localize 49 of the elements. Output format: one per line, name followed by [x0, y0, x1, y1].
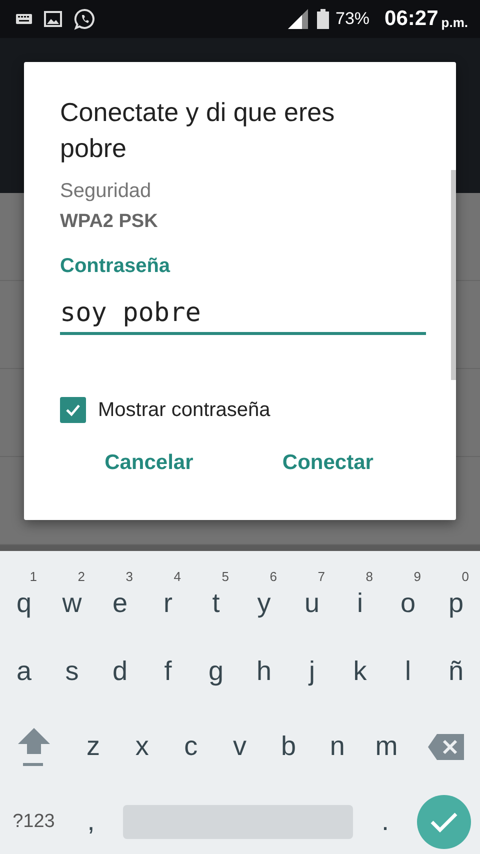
key[interactable]: n: [322, 718, 352, 774]
key[interactable]: 1 q: [9, 568, 39, 624]
key[interactable]: c: [176, 718, 206, 774]
key[interactable]: 6 y: [249, 568, 279, 624]
connect-button[interactable]: Conectar: [274, 447, 382, 479]
key[interactable]: g: [201, 644, 231, 700]
key[interactable]: 2 w: [57, 568, 87, 624]
shift-icon: [16, 726, 52, 768]
cancel-button[interactable]: Cancelar: [96, 447, 202, 479]
password-label: Contraseña: [60, 255, 172, 278]
battery-level: 73%: [336, 9, 370, 29]
key[interactable]: k: [345, 644, 375, 700]
key[interactable]: b: [274, 718, 304, 774]
security-value: WPA2 PSK: [60, 211, 159, 233]
security-label: Seguridad: [60, 180, 152, 203]
signal-icon: [288, 9, 310, 29]
battery-icon: [316, 9, 329, 29]
key[interactable]: .: [370, 794, 400, 850]
key[interactable]: ñ: [441, 644, 471, 700]
key[interactable]: v: [224, 718, 255, 774]
key[interactable]: 3 e: [105, 568, 135, 624]
backspace-icon: [428, 734, 464, 760]
key[interactable]: s: [57, 644, 87, 700]
symbols-key[interactable]: ?123: [8, 794, 59, 850]
key[interactable]: 0 p: [441, 568, 471, 624]
key[interactable]: z: [78, 718, 108, 774]
key[interactable]: 4 r: [153, 568, 183, 624]
keyboard-icon: [16, 14, 32, 24]
key[interactable]: x: [127, 718, 158, 774]
clock-period: p.m.: [441, 14, 468, 30]
key[interactable]: 7 u: [297, 568, 327, 624]
key[interactable]: l: [393, 644, 423, 700]
image-icon: [44, 11, 62, 27]
dialog-title: Conectate y di que eres pobre: [60, 96, 336, 165]
checkbox-label: Mostrar contraseña: [98, 398, 270, 422]
key[interactable]: ,: [76, 794, 106, 850]
key[interactable]: 8 i: [345, 568, 375, 624]
key[interactable]: 5 t: [201, 568, 231, 624]
key[interactable]: f: [153, 644, 183, 700]
password-field[interactable]: soy pobre: [60, 288, 426, 335]
key[interactable]: h: [249, 644, 279, 700]
key[interactable]: a: [9, 644, 39, 700]
key[interactable]: m: [371, 718, 402, 774]
key[interactable]: 9 o: [393, 568, 423, 624]
clock-time: 06:27: [384, 7, 438, 31]
key[interactable]: d: [105, 644, 135, 700]
checkbox[interactable]: [60, 397, 86, 423]
key[interactable]: j: [297, 644, 327, 700]
chat-icon: [74, 8, 96, 30]
